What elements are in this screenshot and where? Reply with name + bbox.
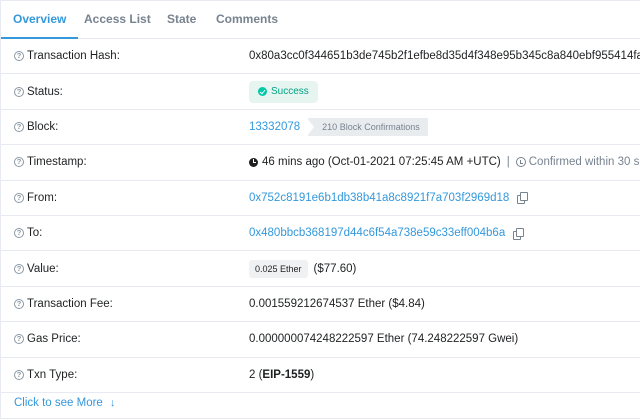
copy-icon[interactable] [513,227,525,240]
transaction-hash-value: 0x80a3cc0f344651b3de745b2f1efbe8d35d4f34… [249,50,640,63]
row-status: ? Status: Success [1,74,640,110]
transaction-card: Overview Access List State Comments ? Tra… [0,0,640,419]
row-label: Block: [27,120,59,133]
usd-value: ($77.60) [313,262,357,275]
ether-value-badge: 0.025 Ether [249,259,308,278]
question-circle-icon[interactable]: ? [14,86,24,97]
question-circle-icon[interactable]: ? [14,121,24,132]
row-label: Gas Price: [27,333,81,346]
see-more-link[interactable]: Click to see More ↓ [14,397,115,409]
tab-state[interactable]: State [167,1,196,38]
status-badge: Success [249,80,318,103]
txn-type-suffix: ) [310,368,315,381]
from-address-link[interactable]: 0x752c8191e6b1db38b41a8c8921f7a703f2969d… [249,192,509,204]
separator: | [506,156,510,169]
clock-outline-icon [515,157,526,168]
tab-access-list[interactable]: Access List [84,1,151,38]
question-circle-icon[interactable]: ? [14,228,24,239]
row-label: To: [27,227,43,240]
to-address-link[interactable]: 0x480bbcb368197d44c6f54a738e59c33eff004b… [249,227,505,239]
row-transaction-hash: ? Transaction Hash: 0x80a3cc0f344651b3de7… [1,39,640,75]
check-circle-icon [258,87,267,97]
gas-price-value: 0.000000074248222597 Ether (74.248222597… [249,333,519,346]
copy-icon[interactable] [517,192,529,205]
row-gas-price: ? Gas Price: 0.000000074248222597 Ether (… [1,322,640,358]
row-block: ? Block: 13332078 210 Block Confirmations [1,110,640,146]
tab-overview[interactable]: Overview [0,1,79,39]
status-text: Success [271,86,309,98]
row-label: Status: [27,85,63,98]
row-label: Value: [27,262,59,275]
row-label: Txn Type: [27,368,78,381]
row-label: From: [27,191,58,204]
txn-type-value: EIP-1559 [262,368,311,381]
clock-icon [249,157,258,167]
row-transaction-fee: ? Transaction Fee: 0.001559212674537 Ethe… [1,287,640,323]
question-circle-icon[interactable]: ? [14,263,24,274]
block-number-link[interactable]: 13332078 [249,121,300,133]
row-txn-type: ? Txn Type: 2 (EIP-1559) [1,358,640,393]
transaction-fee-value: 0.001559212674537 Ether ($4.84) [249,297,425,310]
timestamp-value: 46 mins ago (Oct-01-2021 07:25:45 AM +UT… [262,156,501,169]
row-label: Transaction Hash: [27,50,120,63]
arrow-down-icon: ↓ [109,397,116,409]
row-label: Transaction Fee: [27,297,113,310]
see-more-label: Click to see More [14,397,103,409]
row-value: ? Value: 0.025 Ether ($77.60) [1,251,640,287]
tab-comments[interactable]: Comments [216,1,278,38]
txn-type-prefix: 2 ( [249,368,263,381]
tab-bar: Overview Access List State Comments [0,1,640,39]
question-circle-icon[interactable]: ? [14,298,24,309]
question-circle-icon[interactable]: ? [14,157,24,168]
row-timestamp: ? Timestamp: 46 mins ago (Oct-01-2021 07:… [1,145,640,181]
block-confirmations-badge: 210 Block Confirmations [307,117,428,136]
question-circle-icon[interactable]: ? [14,334,24,345]
row-label: Timestamp: [27,156,87,169]
question-circle-icon[interactable]: ? [14,192,24,203]
row-from: ? From: 0x752c8191e6b1db38b41a8c8921f7a70… [1,181,640,216]
confirmed-within-text: Confirmed within 30 secs [528,156,640,169]
question-circle-icon[interactable]: ? [14,369,24,380]
row-to: ? To: 0x480bbcb368197d44c6f54a738e59c33ef… [1,216,640,252]
question-circle-icon[interactable]: ? [14,51,24,62]
